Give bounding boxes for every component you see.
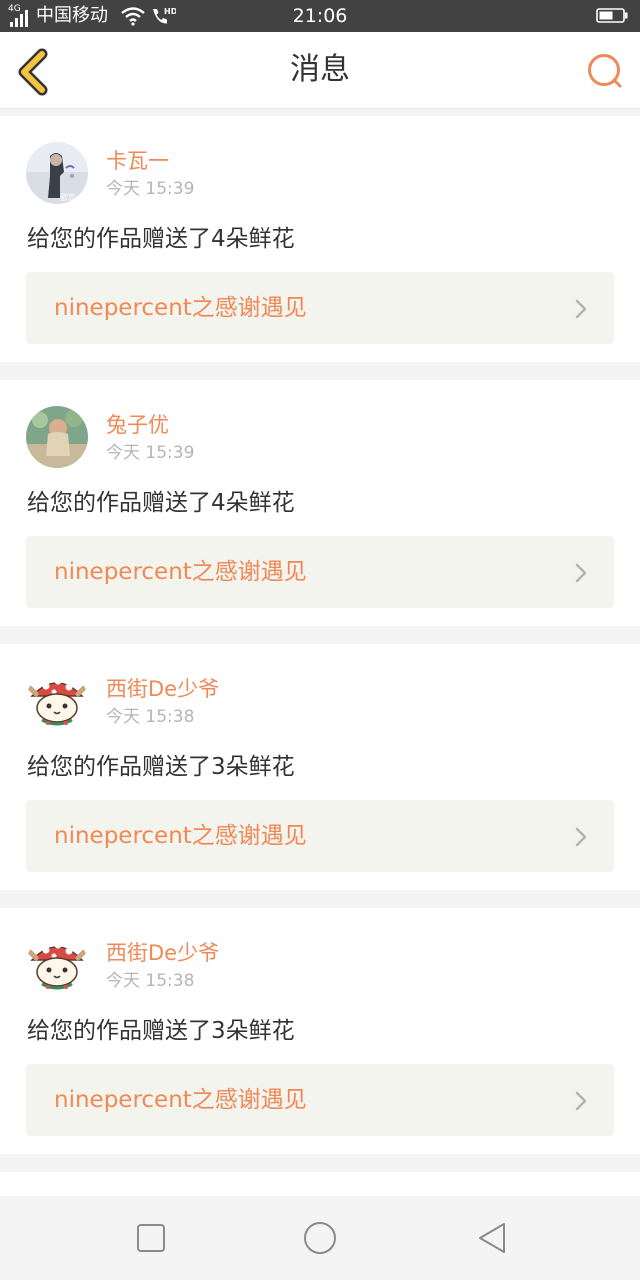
square-icon[interactable] [133,1220,169,1256]
chevron-right-icon [575,299,587,319]
work-title: ninepercent之感谢遇见 [54,559,307,585]
work-link[interactable]: ninepercent之感谢遇见 [26,536,614,608]
battery-icon [596,8,628,23]
avatar-image [26,934,88,996]
message-text: 给您的作品赠送了4朵鲜花 [27,226,295,252]
avatar[interactable] [26,670,88,732]
message-card: 歆恋 卡瓦一 今天 15:39 给您的作品赠送了4朵鲜花 ninepercent… [0,116,640,362]
status-bar: 4G 中国移动 HD 21:06 [0,0,640,32]
avatar[interactable]: 歆恋 [26,142,88,204]
username[interactable]: 西街De少爷 [106,940,219,966]
work-title: ninepercent之感谢遇见 [54,823,307,849]
circle-icon[interactable] [302,1220,338,1256]
avatar-image [26,670,88,732]
avatar-image: 歆恋 [26,142,88,204]
work-title: ninepercent之感谢遇见 [54,295,307,321]
username[interactable]: 西街De少爷 [106,676,219,702]
chevron-right-icon [575,563,587,583]
work-link[interactable]: ninepercent之感谢遇见 [26,800,614,872]
username[interactable]: 卡瓦一 [106,148,169,174]
message-card: 西街De少爷 今天 15:38 给您的作品赠送了3朵鲜花 ninepercent… [0,908,640,1154]
chevron-right-icon [575,1091,587,1111]
timestamp: 今天 15:38 [106,707,195,727]
page-title: 消息 [290,52,350,87]
timestamp: 今天 15:39 [106,179,195,199]
header-bar: 消息 [0,32,640,109]
message-text: 给您的作品赠送了3朵鲜花 [27,754,295,780]
avatar-image [26,406,88,468]
avatar[interactable] [26,406,88,468]
chevron-right-icon [575,827,587,847]
avatar[interactable] [26,934,88,996]
timestamp: 今天 15:39 [106,443,195,463]
message-text: 给您的作品赠送了4朵鲜花 [27,490,295,516]
message-text: 给您的作品赠送了3朵鲜花 [27,1018,295,1044]
message-card: 兔子优 今天 15:39 给您的作品赠送了4朵鲜花 ninepercent之感谢… [0,380,640,626]
status-time: 21:06 [292,5,348,27]
work-link[interactable]: ninepercent之感谢遇见 [26,272,614,344]
system-nav-bar [0,1196,640,1280]
work-title: ninepercent之感谢遇见 [54,1087,307,1113]
triangle-back-icon[interactable] [474,1220,510,1256]
search-icon[interactable] [584,50,626,92]
message-card: 西街De少爷 今天 15:38 给您的作品赠送了3朵鲜花 ninepercent… [0,644,640,890]
work-link[interactable]: ninepercent之感谢遇见 [26,1064,614,1136]
username[interactable]: 兔子优 [106,412,169,438]
timestamp: 今天 15:38 [106,971,195,991]
avatar-caption: 歆恋 [60,192,76,202]
